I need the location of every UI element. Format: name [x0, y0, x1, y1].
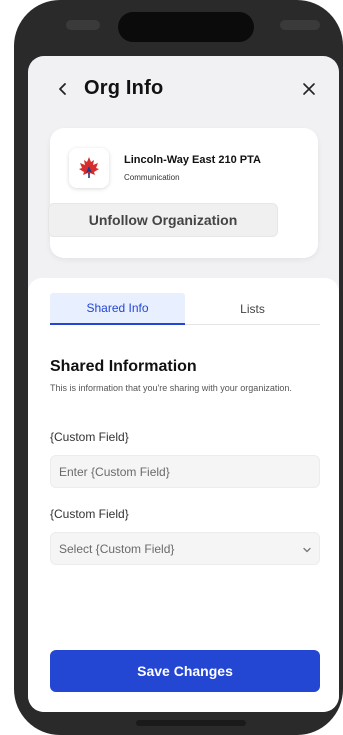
close-icon: [303, 83, 315, 95]
unfollow-organization-button[interactable]: Unfollow Organization: [48, 203, 278, 237]
back-button[interactable]: [52, 78, 74, 100]
dynamic-island: [118, 12, 254, 42]
tab-lists[interactable]: Lists: [185, 293, 320, 325]
custom-field-input[interactable]: [50, 455, 320, 488]
modal-header: Org Info: [28, 56, 339, 126]
custom-field-label: {Custom Field}: [50, 430, 129, 444]
home-indicator[interactable]: [136, 720, 246, 726]
status-time: [66, 20, 100, 30]
page-title: Org Info: [84, 77, 164, 99]
organization-category: Communication: [124, 173, 180, 182]
org-info-modal: Org Info Lincoln-Way East 210 PTA Commun…: [28, 56, 339, 712]
save-changes-button[interactable]: Save Changes: [50, 650, 320, 692]
chevron-down-icon: [303, 547, 311, 553]
chevron-left-icon: [59, 83, 66, 95]
organization-name: Lincoln-Way East 210 PTA: [124, 154, 261, 166]
section-description: This is information that you're sharing …: [50, 383, 292, 393]
tab-bar: Shared Info Lists: [50, 293, 320, 325]
organization-card: Lincoln-Way East 210 PTA Communication: [50, 128, 318, 258]
status-indicators: [280, 20, 320, 30]
maple-leaf-logo-icon: [79, 157, 99, 178]
custom-field-select[interactable]: Select {Custom Field}: [50, 532, 320, 565]
tab-shared-info[interactable]: Shared Info: [50, 293, 185, 325]
select-value: Select {Custom Field}: [59, 542, 175, 556]
custom-field-select-label: {Custom Field}: [50, 507, 129, 521]
close-button[interactable]: [298, 78, 320, 100]
details-sheet: Shared Info Lists Shared Information Thi…: [28, 278, 339, 712]
organization-logo: [69, 148, 109, 188]
section-title: Shared Information: [50, 358, 197, 375]
